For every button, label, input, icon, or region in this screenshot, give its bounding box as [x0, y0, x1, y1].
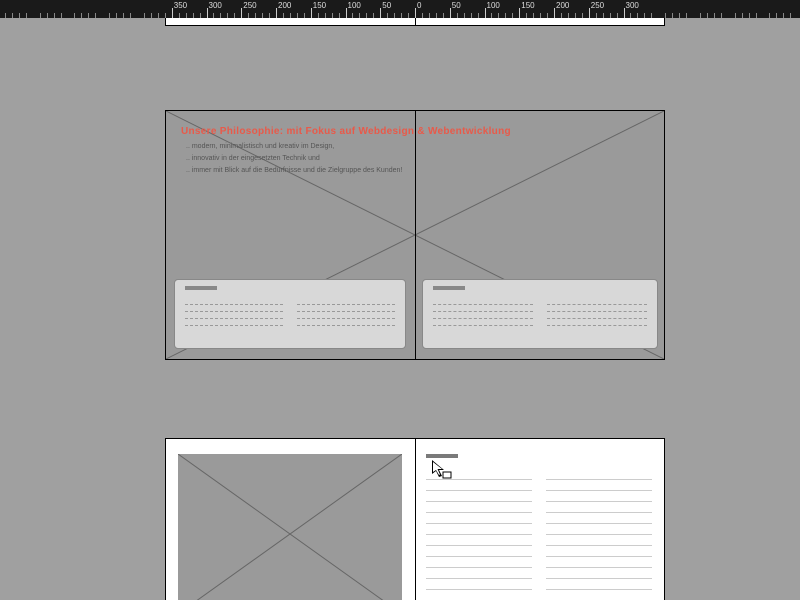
- frame-diagonals: [178, 454, 402, 600]
- bullet-item: modern, minimalistisch und kreativ im De…: [186, 141, 402, 153]
- caption-card-left[interactable]: [174, 279, 406, 349]
- page-spine: [415, 111, 416, 359]
- heading-placeholder-chip: [426, 454, 458, 458]
- spread-bottom[interactable]: [165, 438, 665, 600]
- bullet-list[interactable]: modern, minimalistisch und kreativ im De…: [186, 141, 402, 177]
- headline-text[interactable]: Unsere Philosophie: mit Fokus auf Webdes…: [181, 126, 511, 137]
- text-column: [426, 469, 532, 600]
- heading-placeholder-chip: [433, 286, 465, 290]
- page-spine: [415, 18, 416, 25]
- caption-card-right[interactable]: [422, 279, 658, 349]
- text-columns-right[interactable]: [426, 469, 652, 600]
- image-frame-placeholder[interactable]: [178, 454, 402, 600]
- document-canvas[interactable]: Unsere Philosophie: mit Fokus auf Webdes…: [0, 18, 800, 600]
- text-column: [546, 469, 652, 600]
- page-spine: [415, 439, 416, 600]
- spread-middle[interactable]: Unsere Philosophie: mit Fokus auf Webdes…: [165, 110, 665, 360]
- bullet-item: immer mit Blick auf die Bedürfnisse und …: [186, 165, 402, 177]
- spread-previous-edge: [165, 18, 665, 26]
- bullet-item: innovativ in der eingesetzten Technik un…: [186, 153, 402, 165]
- heading-placeholder-chip: [185, 286, 217, 290]
- horizontal-ruler[interactable]: 35030025020015010050050100150200250300: [0, 0, 800, 18]
